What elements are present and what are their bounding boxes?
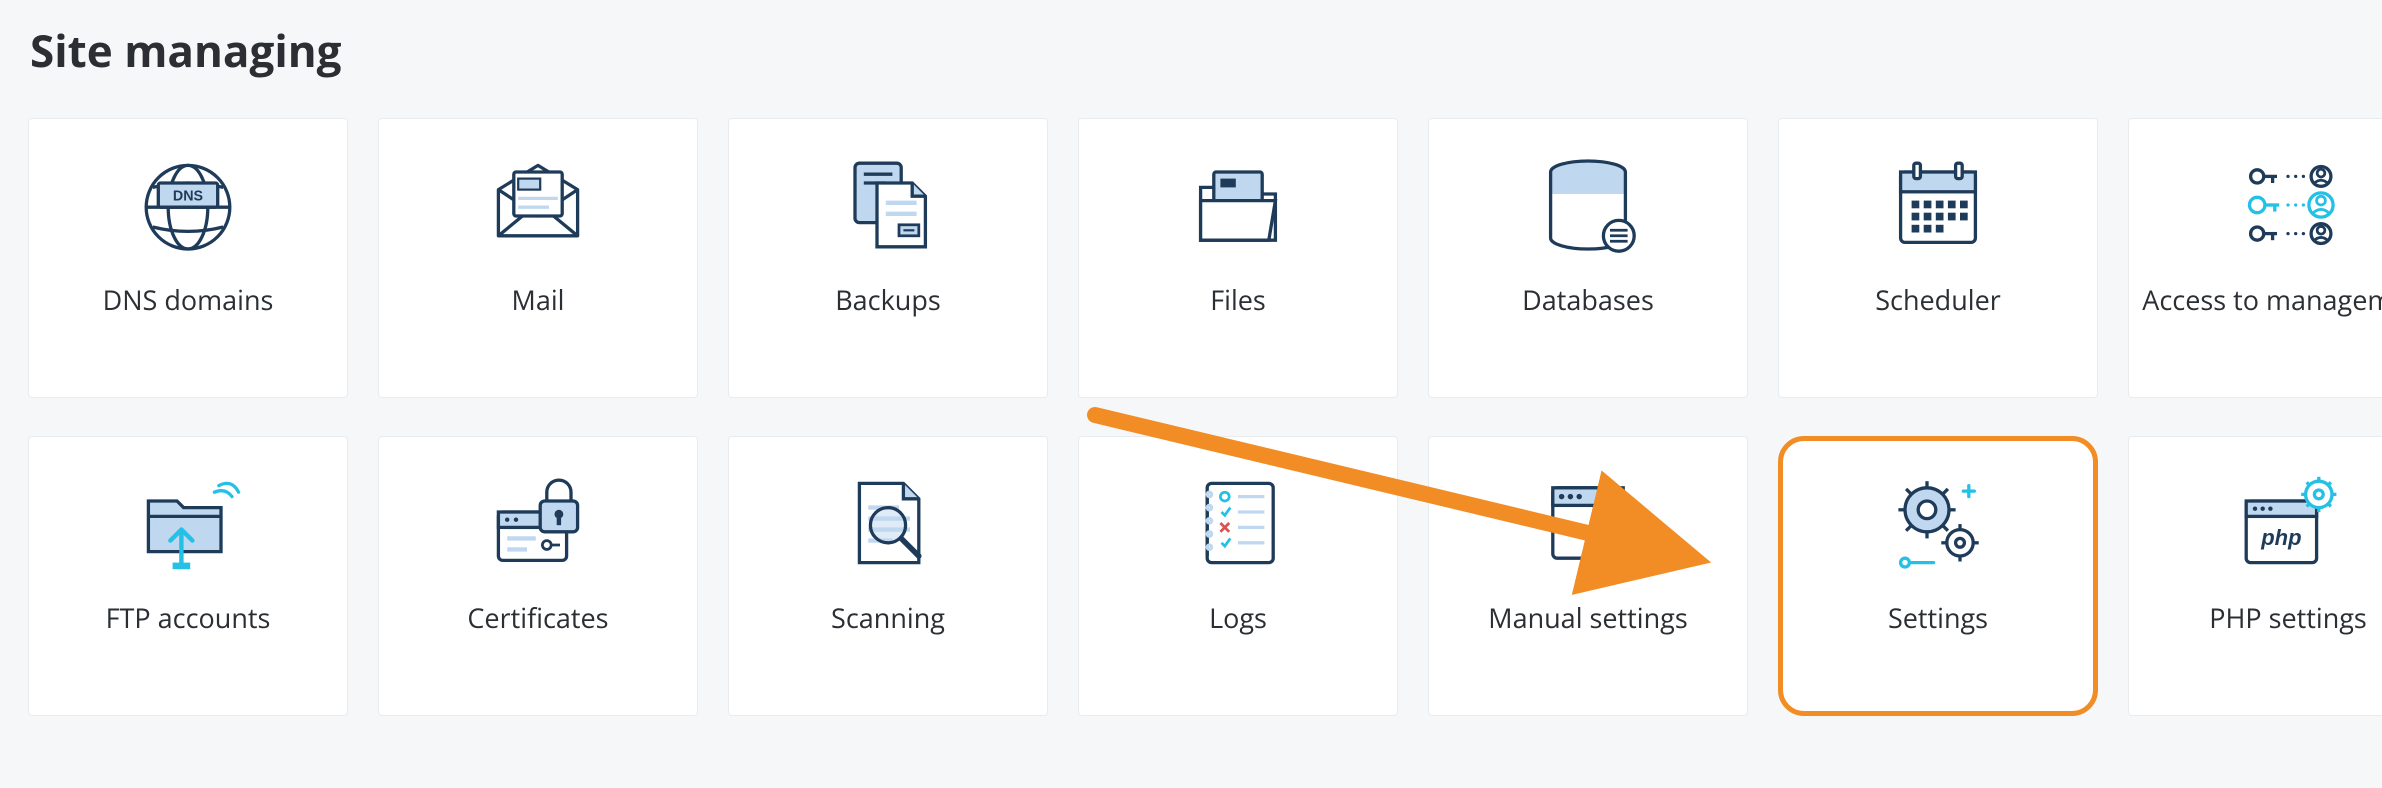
card-ftp-accounts[interactable]: FTP accounts bbox=[28, 436, 348, 716]
card-backups[interactable]: Backups bbox=[728, 118, 1048, 398]
backups-icon bbox=[828, 145, 948, 265]
card-label: PHP settings bbox=[2199, 601, 2377, 635]
card-settings[interactable]: Settings bbox=[1778, 436, 2098, 716]
card-label: Settings bbox=[1878, 601, 1998, 635]
settings-icon bbox=[1878, 463, 1998, 583]
card-files[interactable]: Files bbox=[1078, 118, 1398, 398]
card-label: Mail bbox=[502, 283, 575, 317]
scanning-icon bbox=[828, 463, 948, 583]
page-title: Site managing bbox=[30, 20, 2362, 80]
card-label: Backups bbox=[825, 283, 951, 317]
svg-text:php: php bbox=[2260, 525, 2301, 550]
logs-icon bbox=[1178, 463, 1298, 583]
files-icon bbox=[1178, 145, 1298, 265]
access-management-icon bbox=[2228, 145, 2348, 265]
card-label: Databases bbox=[1512, 283, 1664, 317]
card-certificates[interactable]: Certificates bbox=[378, 436, 698, 716]
card-scanning[interactable]: Scanning bbox=[728, 436, 1048, 716]
scheduler-icon bbox=[1878, 145, 1998, 265]
card-label: DNS domains bbox=[93, 283, 284, 317]
card-label: Files bbox=[1200, 283, 1276, 317]
card-label: Access to management bbox=[2132, 283, 2382, 317]
svg-text:</>: </> bbox=[1566, 519, 1610, 546]
card-label: Certificates bbox=[457, 601, 618, 635]
card-databases[interactable]: Databases bbox=[1428, 118, 1748, 398]
card-logs[interactable]: Logs bbox=[1078, 436, 1398, 716]
card-grid: DNS DNS domains Mail bbox=[28, 118, 2362, 716]
manual-settings-icon: </> bbox=[1528, 463, 1648, 583]
databases-icon bbox=[1528, 145, 1648, 265]
card-scheduler[interactable]: Scheduler bbox=[1778, 118, 2098, 398]
dns-domains-icon: DNS bbox=[128, 145, 248, 265]
card-label: FTP accounts bbox=[96, 601, 281, 635]
mail-icon bbox=[478, 145, 598, 265]
card-access-management[interactable]: Access to management bbox=[2128, 118, 2382, 398]
card-label: Logs bbox=[1199, 601, 1277, 635]
card-mail[interactable]: Mail bbox=[378, 118, 698, 398]
card-php-settings[interactable]: php PHP settings bbox=[2128, 436, 2382, 716]
svg-text:DNS: DNS bbox=[173, 189, 203, 205]
card-label: Manual settings bbox=[1478, 601, 1697, 635]
certificates-icon bbox=[478, 463, 598, 583]
ftp-accounts-icon bbox=[128, 463, 248, 583]
card-label: Scheduler bbox=[1865, 283, 2011, 317]
php-settings-icon: php bbox=[2228, 463, 2348, 583]
card-dns-domains[interactable]: DNS DNS domains bbox=[28, 118, 348, 398]
card-manual-settings[interactable]: </> Manual settings bbox=[1428, 436, 1748, 716]
card-label: Scanning bbox=[821, 601, 955, 635]
